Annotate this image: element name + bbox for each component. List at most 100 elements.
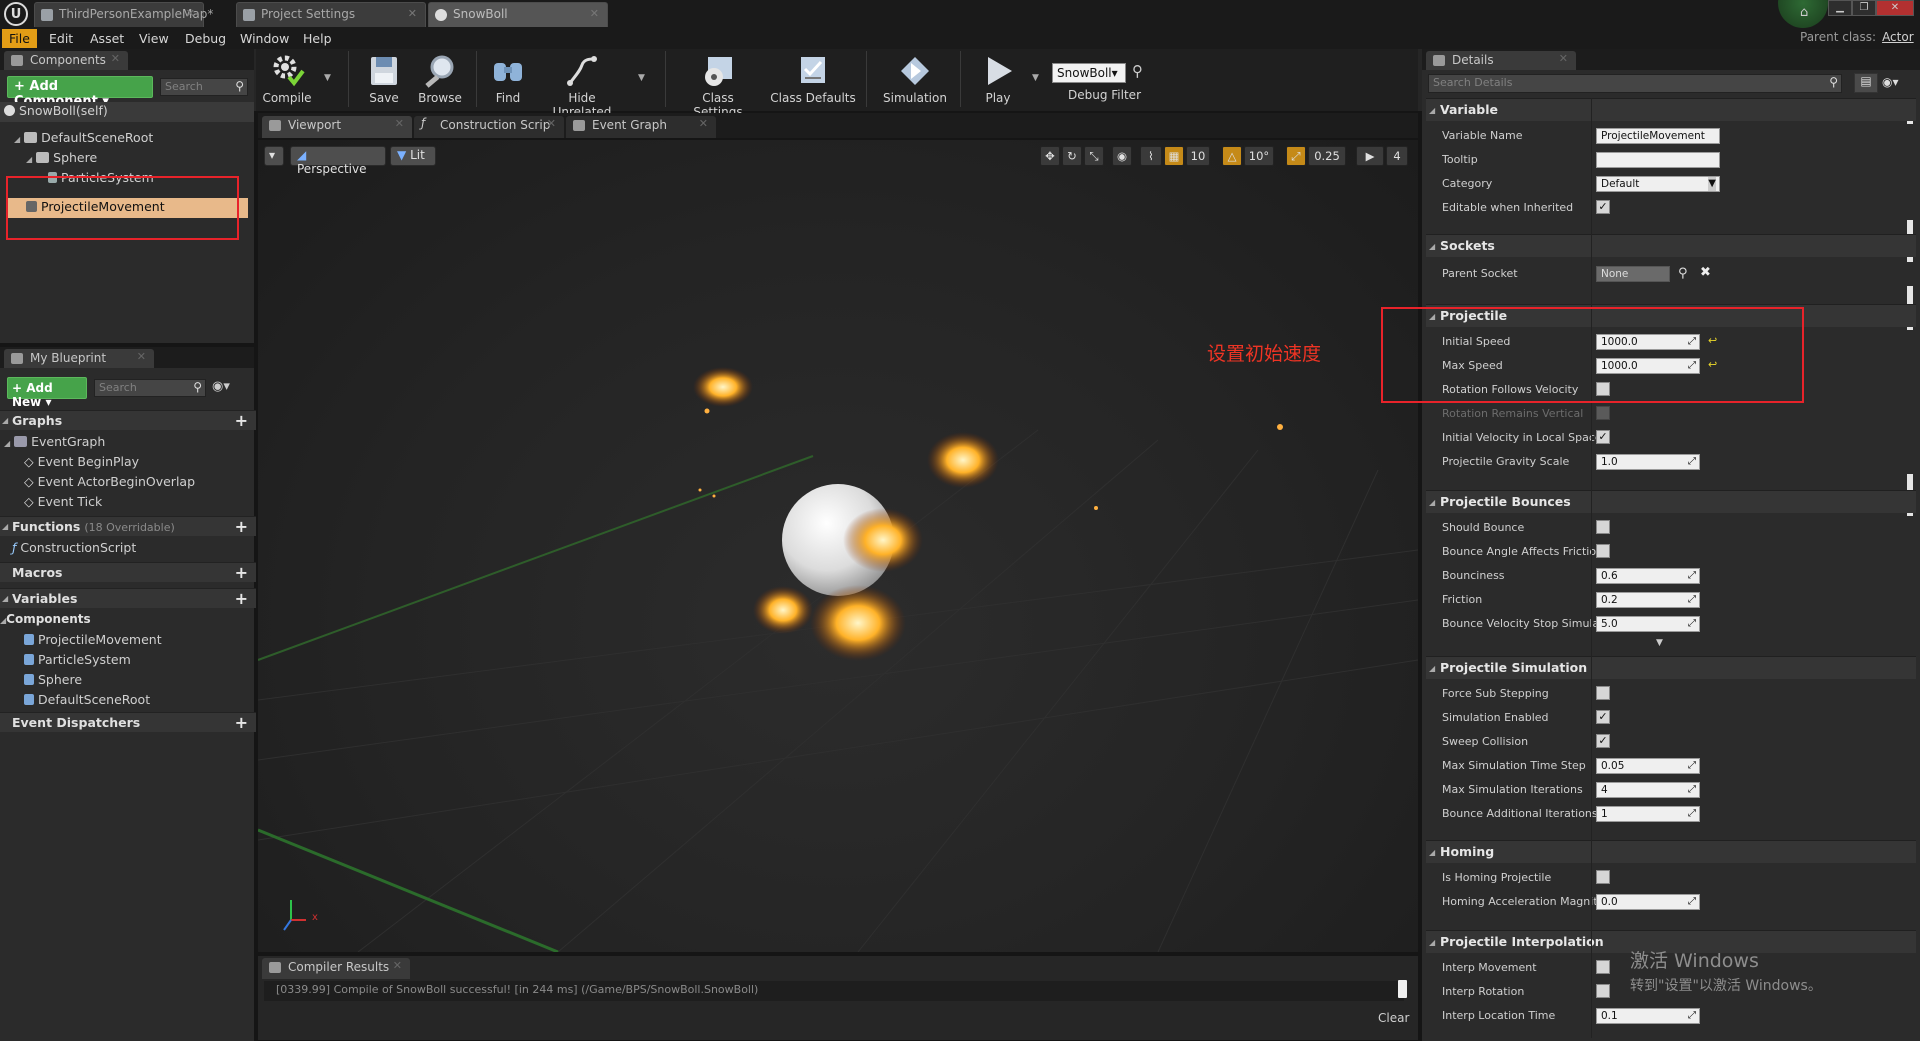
- tooltip-input[interactable]: [1596, 152, 1720, 168]
- browse-button[interactable]: Browse: [412, 51, 468, 109]
- surface-snap-icon[interactable]: ⌇: [1140, 146, 1162, 166]
- bounce-angle-friction-checkbox[interactable]: [1596, 544, 1610, 558]
- homing-acceleration-input[interactable]: 0.0 ⤢: [1596, 894, 1700, 910]
- event-dispatchers-header[interactable]: Event Dispatchers +: [0, 712, 256, 732]
- section-homing[interactable]: ◢ Homing: [1426, 840, 1916, 863]
- menu-view[interactable]: View: [132, 29, 176, 48]
- tree-projectile-movement[interactable]: ProjectileMovement: [26, 199, 165, 218]
- debug-search-icon[interactable]: ⚲: [1132, 62, 1143, 80]
- simulation-enabled-checkbox[interactable]: ✓: [1596, 710, 1610, 724]
- close-icon[interactable]: ✕: [547, 117, 556, 130]
- component-self[interactable]: SnowBoll(self): [4, 103, 108, 122]
- advanced-expand-chevron-icon[interactable]: ▼: [1656, 638, 1663, 648]
- close-icon[interactable]: ✕: [393, 959, 402, 972]
- close-icon[interactable]: ✕: [408, 7, 417, 20]
- tab-event-graph[interactable]: Event Graph ✕: [566, 116, 716, 138]
- close-window-button[interactable]: ✕: [1876, 0, 1914, 16]
- bounciness-input[interactable]: 0.6 ⤢: [1596, 568, 1700, 584]
- gravity-scale-input[interactable]: 1.0 ⤢: [1596, 454, 1700, 470]
- unreal-logo-icon[interactable]: U: [4, 2, 28, 26]
- expand-triangle-icon[interactable]: ◢: [4, 439, 10, 448]
- max-sim-time-step-input[interactable]: 0.05 ⤢: [1596, 758, 1700, 774]
- clear-socket-icon[interactable]: ✖: [1700, 265, 1711, 280]
- bounce-additional-iterations-input[interactable]: 1 ⤢: [1596, 806, 1700, 822]
- menu-asset[interactable]: Asset: [83, 29, 131, 48]
- menu-window[interactable]: Window: [233, 29, 296, 48]
- add-macro-icon[interactable]: +: [235, 563, 248, 582]
- grid-snap-value[interactable]: 10: [1186, 146, 1210, 166]
- expand-triangle-icon[interactable]: ◢: [14, 135, 20, 144]
- parent-socket-field[interactable]: None: [1596, 266, 1670, 282]
- grid-snap-icon[interactable]: ▦: [1164, 146, 1184, 166]
- viewport-options-chevron-icon[interactable]: ▾: [264, 146, 284, 166]
- camera-speed-icon[interactable]: ▶: [1356, 146, 1384, 166]
- var-default-scene-root[interactable]: DefaultSceneRoot: [24, 692, 150, 711]
- close-icon[interactable]: ✕: [395, 117, 404, 130]
- tree-sphere[interactable]: ◢ Sphere: [26, 150, 97, 169]
- compile-button[interactable]: Compile: [262, 51, 312, 109]
- simulation-button[interactable]: Simulation: [880, 51, 950, 109]
- details-column-divider[interactable]: [1591, 98, 1592, 1038]
- tab-third-person-map[interactable]: ThirdPersonExampleMap* ✕: [34, 2, 213, 27]
- editable-inherited-checkbox[interactable]: ✓: [1596, 200, 1610, 214]
- compiler-results-tab[interactable]: Compiler Results ✕: [262, 958, 410, 979]
- var-projectile-movement[interactable]: ProjectileMovement: [24, 632, 162, 651]
- property-matrix-icon[interactable]: ▤: [1854, 73, 1878, 93]
- tab-viewport[interactable]: Viewport ✕: [262, 116, 412, 138]
- rotation-snap-icon[interactable]: △: [1222, 146, 1242, 166]
- event-begin-play[interactable]: ◇ Event BeginPlay: [24, 454, 139, 473]
- close-icon[interactable]: ✕: [111, 52, 120, 65]
- visibility-eye-icon[interactable]: ◉▾: [1882, 75, 1899, 89]
- my-blueprint-tab[interactable]: My Blueprint ✕: [4, 349, 154, 368]
- play-options-chevron-icon[interactable]: ▼: [1032, 73, 1039, 83]
- interp-rotation-checkbox[interactable]: [1596, 984, 1610, 998]
- expand-triangle-icon[interactable]: ◢: [26, 155, 32, 164]
- add-function-icon[interactable]: +: [235, 517, 248, 536]
- event-actor-begin-overlap[interactable]: ◇ Event ActorBeginOverlap: [24, 474, 195, 493]
- menu-help[interactable]: Help: [296, 29, 339, 48]
- scale-snap-icon[interactable]: ⤢: [1286, 146, 1306, 166]
- max-sim-iterations-input[interactable]: 4 ⤢: [1596, 782, 1700, 798]
- reset-default-icon[interactable]: ↩: [1708, 358, 1717, 371]
- initial-velocity-local-checkbox[interactable]: ✓: [1596, 430, 1610, 444]
- section-sockets[interactable]: ◢ Sockets: [1426, 234, 1916, 257]
- class-defaults-button[interactable]: Class Defaults: [770, 51, 856, 109]
- close-icon[interactable]: ✕: [590, 7, 599, 20]
- scale-snap-value[interactable]: 0.25: [1308, 146, 1346, 166]
- save-button[interactable]: Save: [360, 51, 408, 109]
- compiler-scrollbar[interactable]: [1398, 980, 1407, 998]
- functions-header[interactable]: ◢ Functions (18 Overridable) +: [0, 516, 256, 536]
- var-sphere[interactable]: Sphere: [24, 672, 82, 691]
- macros-header[interactable]: Macros +: [0, 562, 256, 582]
- force-sub-stepping-checkbox[interactable]: [1596, 686, 1610, 700]
- close-icon[interactable]: ✕: [699, 117, 708, 130]
- debug-object-select[interactable]: SnowBoll▾: [1052, 63, 1126, 83]
- rotate-icon[interactable]: ↻: [1062, 146, 1082, 166]
- blueprint-search-input[interactable]: Search ⚲: [94, 379, 206, 397]
- construction-script-item[interactable]: ƒ ConstructionScript: [12, 540, 136, 559]
- socket-search-icon[interactable]: ⚲: [1678, 266, 1688, 281]
- account-icon[interactable]: ⌂: [1800, 5, 1808, 20]
- details-tab[interactable]: Details ✕: [1426, 51, 1576, 70]
- interp-location-time-input[interactable]: 0.1 ⤢: [1596, 1008, 1700, 1024]
- rotation-snap-value[interactable]: 10°: [1244, 146, 1274, 166]
- tab-snowboll[interactable]: SnowBoll ✕: [428, 2, 608, 27]
- section-projectile[interactable]: ◢ Projectile: [1426, 304, 1916, 327]
- translate-icon[interactable]: ✥: [1040, 146, 1060, 166]
- parent-class-link[interactable]: Actor: [1882, 30, 1914, 44]
- reset-default-icon[interactable]: ↩: [1708, 334, 1717, 347]
- class-settings-button[interactable]: Class Settings: [676, 51, 760, 119]
- tree-default-scene-root[interactable]: ◢ DefaultSceneRoot: [14, 130, 153, 149]
- graphs-header[interactable]: ◢ Graphs +: [0, 410, 256, 430]
- bounce-velocity-stop-input[interactable]: 5.0 ⤢: [1596, 616, 1700, 632]
- rotation-follows-velocity-checkbox[interactable]: [1596, 382, 1610, 396]
- friction-input[interactable]: 0.2 ⤢: [1596, 592, 1700, 608]
- variables-header[interactable]: ◢ Variables +: [0, 588, 256, 608]
- scale-icon[interactable]: ⤡: [1084, 146, 1104, 166]
- compile-options-chevron-icon[interactable]: ▼: [324, 73, 331, 83]
- visibility-eye-icon[interactable]: ◉▾: [212, 379, 230, 394]
- minimize-button[interactable]: ▁: [1828, 0, 1852, 16]
- add-graph-icon[interactable]: +: [235, 411, 248, 430]
- world-local-icon[interactable]: ◉: [1112, 146, 1132, 166]
- close-icon[interactable]: ✕: [1559, 52, 1568, 65]
